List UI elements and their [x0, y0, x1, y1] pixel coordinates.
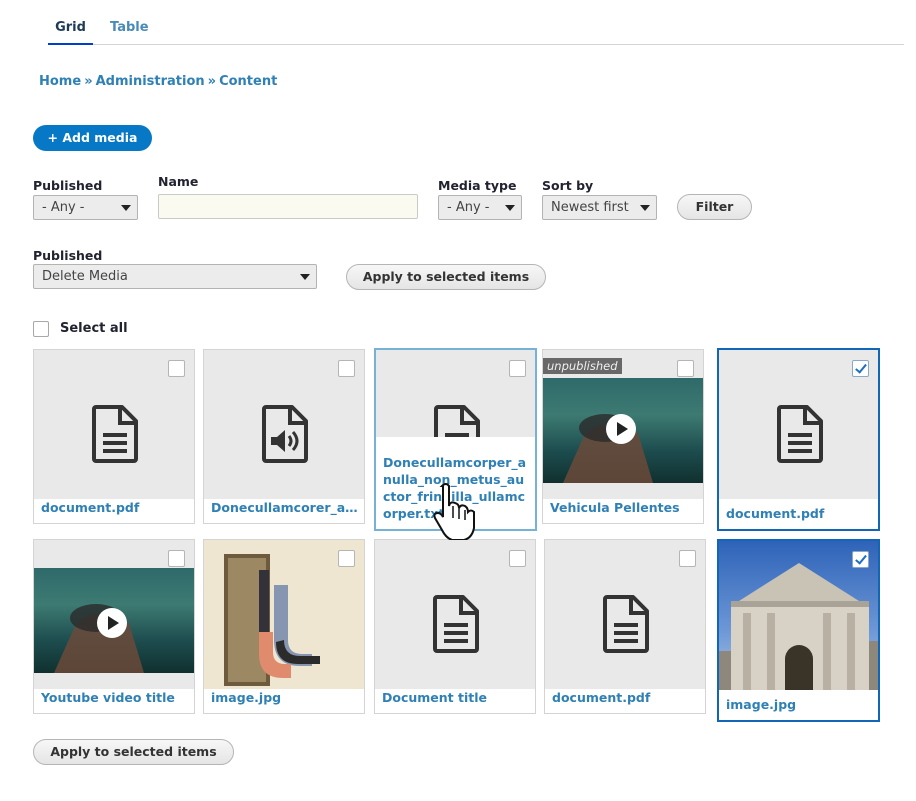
published-filter-value: - Any -: [42, 200, 85, 215]
media-card[interactable]: unpublished Vehicula Pellentes: [542, 349, 704, 524]
media-card[interactable]: document.pdf: [717, 348, 880, 531]
media-card[interactable]: Document title: [374, 539, 536, 714]
apply-selected-button-top[interactable]: Apply to selected items: [346, 264, 546, 290]
media-select-checkbox[interactable]: [168, 550, 185, 567]
view-tabs: Grid Table: [48, 0, 904, 45]
unpublished-badge: unpublished: [543, 358, 622, 374]
media-card[interactable]: Youtube video title: [33, 539, 195, 714]
hand-cursor-icon: [433, 483, 475, 540]
media-select-checkbox[interactable]: [509, 360, 526, 377]
media-caption[interactable]: Youtube video title: [41, 690, 190, 705]
media-select-checkbox[interactable]: [168, 360, 185, 377]
apply-selected-button-bottom[interactable]: Apply to selected items: [33, 739, 234, 765]
chevron-down-icon: [640, 205, 650, 211]
chevron-down-icon: [505, 205, 515, 211]
sort-by-value: Newest first: [551, 200, 629, 215]
media-select-checkbox[interactable]: [338, 550, 355, 567]
media-caption[interactable]: Vehicula Pellentes: [550, 500, 699, 515]
media-caption[interactable]: Donecullamcorer_an...: [211, 500, 360, 515]
media-caption[interactable]: document.pdf: [552, 690, 701, 705]
breadcrumb-administration[interactable]: Administration: [96, 74, 205, 89]
media-select-checkbox[interactable]: [852, 551, 869, 568]
breadcrumb: Home» Administration» Content: [39, 74, 277, 89]
media-select-checkbox[interactable]: [679, 550, 696, 567]
breadcrumb-separator: »: [207, 74, 217, 89]
select-all-checkbox[interactable]: [33, 321, 49, 337]
document-icon: [92, 405, 138, 463]
breadcrumb-content[interactable]: Content: [219, 74, 277, 89]
media-type-filter-label: Media type: [438, 178, 517, 193]
breadcrumb-separator: »: [84, 74, 93, 89]
document-icon: [603, 595, 649, 653]
sort-by-label: Sort by: [542, 178, 594, 193]
media-select-checkbox[interactable]: [338, 360, 355, 377]
media-card[interactable]: Donecullamcorer_an...: [203, 349, 365, 524]
bulk-action-value: Delete Media: [42, 269, 128, 284]
tab-grid[interactable]: Grid: [48, 20, 93, 45]
audio-file-icon: [262, 405, 308, 463]
filter-button[interactable]: Filter: [677, 194, 752, 220]
media-caption[interactable]: document.pdf: [41, 500, 190, 515]
chevron-down-icon: [300, 274, 310, 280]
media-select-checkbox[interactable]: [509, 550, 526, 567]
media-caption[interactable]: image.jpg: [726, 697, 874, 712]
media-caption[interactable]: document.pdf: [726, 506, 874, 521]
published-filter-label: Published: [33, 178, 103, 193]
sort-by-select[interactable]: Newest first: [542, 195, 657, 220]
chevron-down-icon: [121, 205, 131, 211]
name-filter-label: Name: [158, 174, 199, 189]
name-filter-input[interactable]: [158, 194, 418, 219]
media-caption[interactable]: image.jpg: [211, 690, 360, 705]
media-type-filter-value: - Any -: [447, 200, 490, 215]
bulk-action-label: Published: [33, 248, 103, 263]
media-select-checkbox[interactable]: [677, 360, 694, 377]
document-icon: [776, 405, 823, 463]
media-card[interactable]: document.pdf: [544, 539, 706, 714]
published-filter-select[interactable]: - Any -: [33, 195, 138, 220]
media-card[interactable]: image.jpg: [717, 539, 880, 722]
media-type-filter-select[interactable]: - Any -: [438, 195, 522, 220]
document-icon: [433, 595, 479, 653]
media-card[interactable]: document.pdf: [33, 349, 195, 524]
document-icon: [433, 405, 480, 437]
media-select-checkbox[interactable]: [852, 360, 869, 377]
media-card[interactable]: image.jpg: [203, 539, 365, 714]
tab-table[interactable]: Table: [110, 20, 149, 45]
play-icon[interactable]: [606, 414, 636, 444]
select-all-label: Select all: [60, 321, 128, 336]
media-caption[interactable]: Document title: [382, 690, 531, 705]
breadcrumb-home[interactable]: Home: [39, 74, 81, 89]
play-icon[interactable]: [97, 608, 127, 638]
bulk-action-select[interactable]: Delete Media: [33, 264, 317, 289]
add-media-button[interactable]: + Add media: [33, 125, 152, 151]
